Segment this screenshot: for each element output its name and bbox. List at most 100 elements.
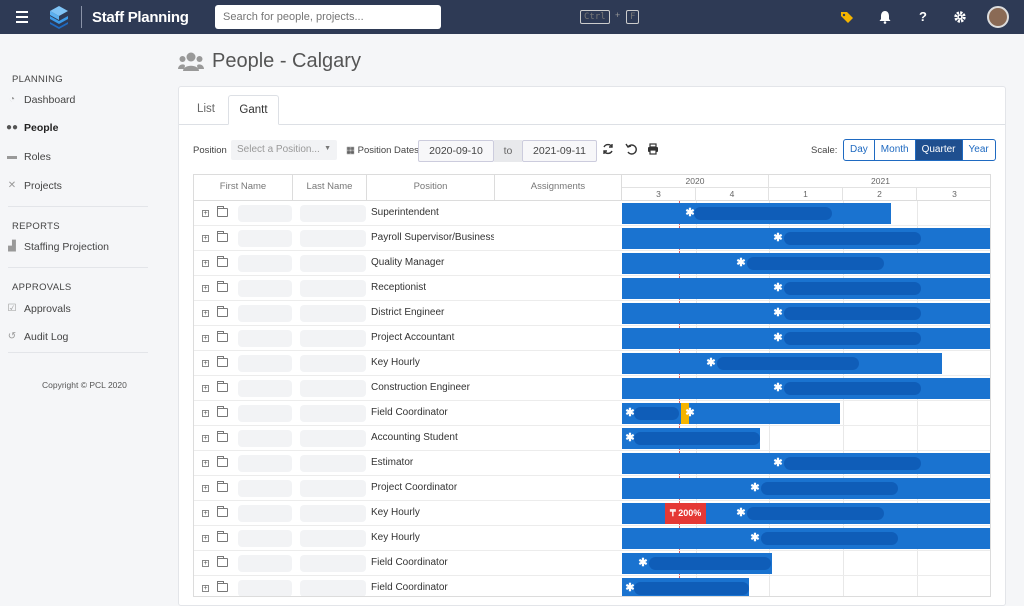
global-search[interactable]: Ctrl + F — [215, 5, 640, 29]
user-avatar[interactable] — [987, 6, 1009, 28]
column-header-last-name[interactable]: Last Name — [293, 175, 367, 201]
expand-icon[interactable]: + — [202, 585, 209, 592]
column-header-position[interactable]: Position — [367, 175, 495, 201]
expand-icon[interactable]: + — [202, 460, 209, 467]
folder-icon[interactable] — [217, 506, 228, 517]
gear-icon[interactable] — [953, 10, 967, 24]
bell-icon[interactable] — [878, 10, 892, 24]
undo-icon[interactable] — [625, 143, 637, 155]
assignment-bar[interactable] — [747, 507, 884, 520]
hamburger-menu-icon[interactable] — [16, 11, 28, 23]
last-name-cell — [300, 480, 366, 497]
folder-icon[interactable] — [217, 356, 228, 367]
table-row: + Quality Manager ✱ — [194, 251, 990, 276]
tools-icon: ✱ — [773, 382, 783, 394]
assignment-bar[interactable] — [694, 207, 832, 220]
first-name-cell — [238, 255, 292, 272]
sidebar-item-roles[interactable]: ▬ Roles — [6, 148, 51, 166]
chart-icon: ▟ — [8, 241, 16, 252]
expand-icon[interactable]: + — [202, 235, 209, 242]
tab-list[interactable]: List — [188, 95, 224, 125]
sidebar-item-projects[interactable]: ✕ Projects — [6, 177, 62, 195]
sidebar-item-label: Audit Log — [24, 331, 69, 343]
expand-icon[interactable]: + — [202, 510, 209, 517]
sidebar-item-approvals[interactable]: ☑ Approvals — [6, 300, 71, 318]
assignment-bar[interactable] — [717, 357, 859, 370]
assignment-bar[interactable] — [784, 307, 921, 320]
assignment-bar[interactable] — [761, 482, 898, 495]
assignment-bar[interactable] — [784, 332, 921, 345]
folder-icon[interactable] — [217, 481, 228, 492]
expand-icon[interactable]: + — [202, 560, 209, 567]
expand-icon[interactable]: + — [202, 535, 209, 542]
sidebar-divider — [8, 267, 148, 268]
expand-icon[interactable]: + — [202, 485, 209, 492]
start-date-input[interactable]: 2020-09-10 — [418, 140, 494, 162]
sidebar-item-label: Roles — [24, 151, 51, 163]
assignment-bar[interactable] — [634, 582, 749, 595]
position-select-value: Select a Position... — [237, 144, 320, 155]
scale-month-button[interactable]: Month — [875, 140, 916, 160]
scale-day-button[interactable]: Day — [844, 140, 875, 160]
scale-year-button[interactable]: Year — [963, 140, 995, 160]
folder-icon[interactable] — [217, 381, 228, 392]
end-date-input[interactable]: 2021-09-11 — [522, 140, 597, 162]
folder-icon[interactable] — [217, 256, 228, 267]
folder-icon[interactable] — [217, 581, 228, 592]
sidebar-item-people[interactable]: ●● People — [6, 119, 58, 137]
folder-icon[interactable] — [217, 206, 228, 217]
expand-icon[interactable]: + — [202, 410, 209, 417]
position-select[interactable]: Select a Position... ▼ — [231, 140, 337, 160]
last-name-cell — [300, 380, 366, 397]
folder-icon[interactable] — [217, 431, 228, 442]
search-input[interactable] — [223, 9, 363, 25]
sidebar-item-dashboard[interactable]: ◔ Dashboard — [6, 91, 75, 109]
help-icon[interactable]: ? — [916, 10, 930, 24]
expand-icon[interactable]: + — [202, 210, 209, 217]
position-cell: Project Coordinator — [371, 482, 458, 493]
assignment-bar[interactable] — [761, 532, 898, 545]
column-header-assignments[interactable]: Assignments — [495, 175, 622, 201]
tab-gantt[interactable]: Gantt — [228, 95, 279, 125]
tools-icon: ✱ — [625, 582, 635, 594]
folder-icon[interactable] — [217, 456, 228, 467]
position-filter-label: Position — [193, 145, 227, 156]
folder-icon[interactable] — [217, 556, 228, 567]
first-name-cell — [238, 405, 292, 422]
assignment-bar[interactable] — [784, 232, 921, 245]
overallocation-badge[interactable]: ₸ 200% — [665, 503, 707, 524]
refresh-icon[interactable] — [602, 143, 614, 155]
assignment-bar[interactable] — [634, 407, 679, 420]
tags-icon[interactable] — [840, 10, 854, 24]
folder-icon[interactable] — [217, 406, 228, 417]
position-cell: Project Accountant — [371, 332, 455, 343]
position-cell: Superintendent — [371, 207, 439, 218]
assignment-bar[interactable] — [784, 382, 921, 395]
expand-icon[interactable]: + — [202, 360, 209, 367]
print-icon[interactable] — [647, 143, 659, 155]
expand-icon[interactable]: + — [202, 285, 209, 292]
folder-icon[interactable] — [217, 306, 228, 317]
position-cell: Key Hourly — [371, 507, 420, 518]
column-header-first-name[interactable]: First Name — [194, 175, 293, 201]
expand-icon[interactable]: + — [202, 335, 209, 342]
sidebar-item-staffing-projection[interactable]: ▟ Staffing Projection — [6, 238, 109, 256]
last-name-cell — [300, 255, 366, 272]
assignment-bar[interactable] — [784, 457, 921, 470]
scale-quarter-button[interactable]: Quarter — [915, 140, 963, 160]
expand-icon[interactable]: + — [202, 310, 209, 317]
expand-icon[interactable]: + — [202, 260, 209, 267]
sidebar-item-audit-log[interactable]: ↺ Audit Log — [6, 328, 69, 346]
expand-icon[interactable]: + — [202, 385, 209, 392]
assignment-bar[interactable] — [649, 557, 771, 570]
folder-icon[interactable] — [217, 231, 228, 242]
assignment-bar[interactable] — [634, 432, 760, 445]
folder-icon[interactable] — [217, 331, 228, 342]
table-row: + Receptionist ✱ — [194, 276, 990, 301]
assignment-bar[interactable] — [784, 282, 921, 295]
first-name-cell — [238, 305, 292, 322]
folder-icon[interactable] — [217, 531, 228, 542]
expand-icon[interactable]: + — [202, 435, 209, 442]
assignment-bar[interactable] — [747, 257, 884, 270]
folder-icon[interactable] — [217, 281, 228, 292]
